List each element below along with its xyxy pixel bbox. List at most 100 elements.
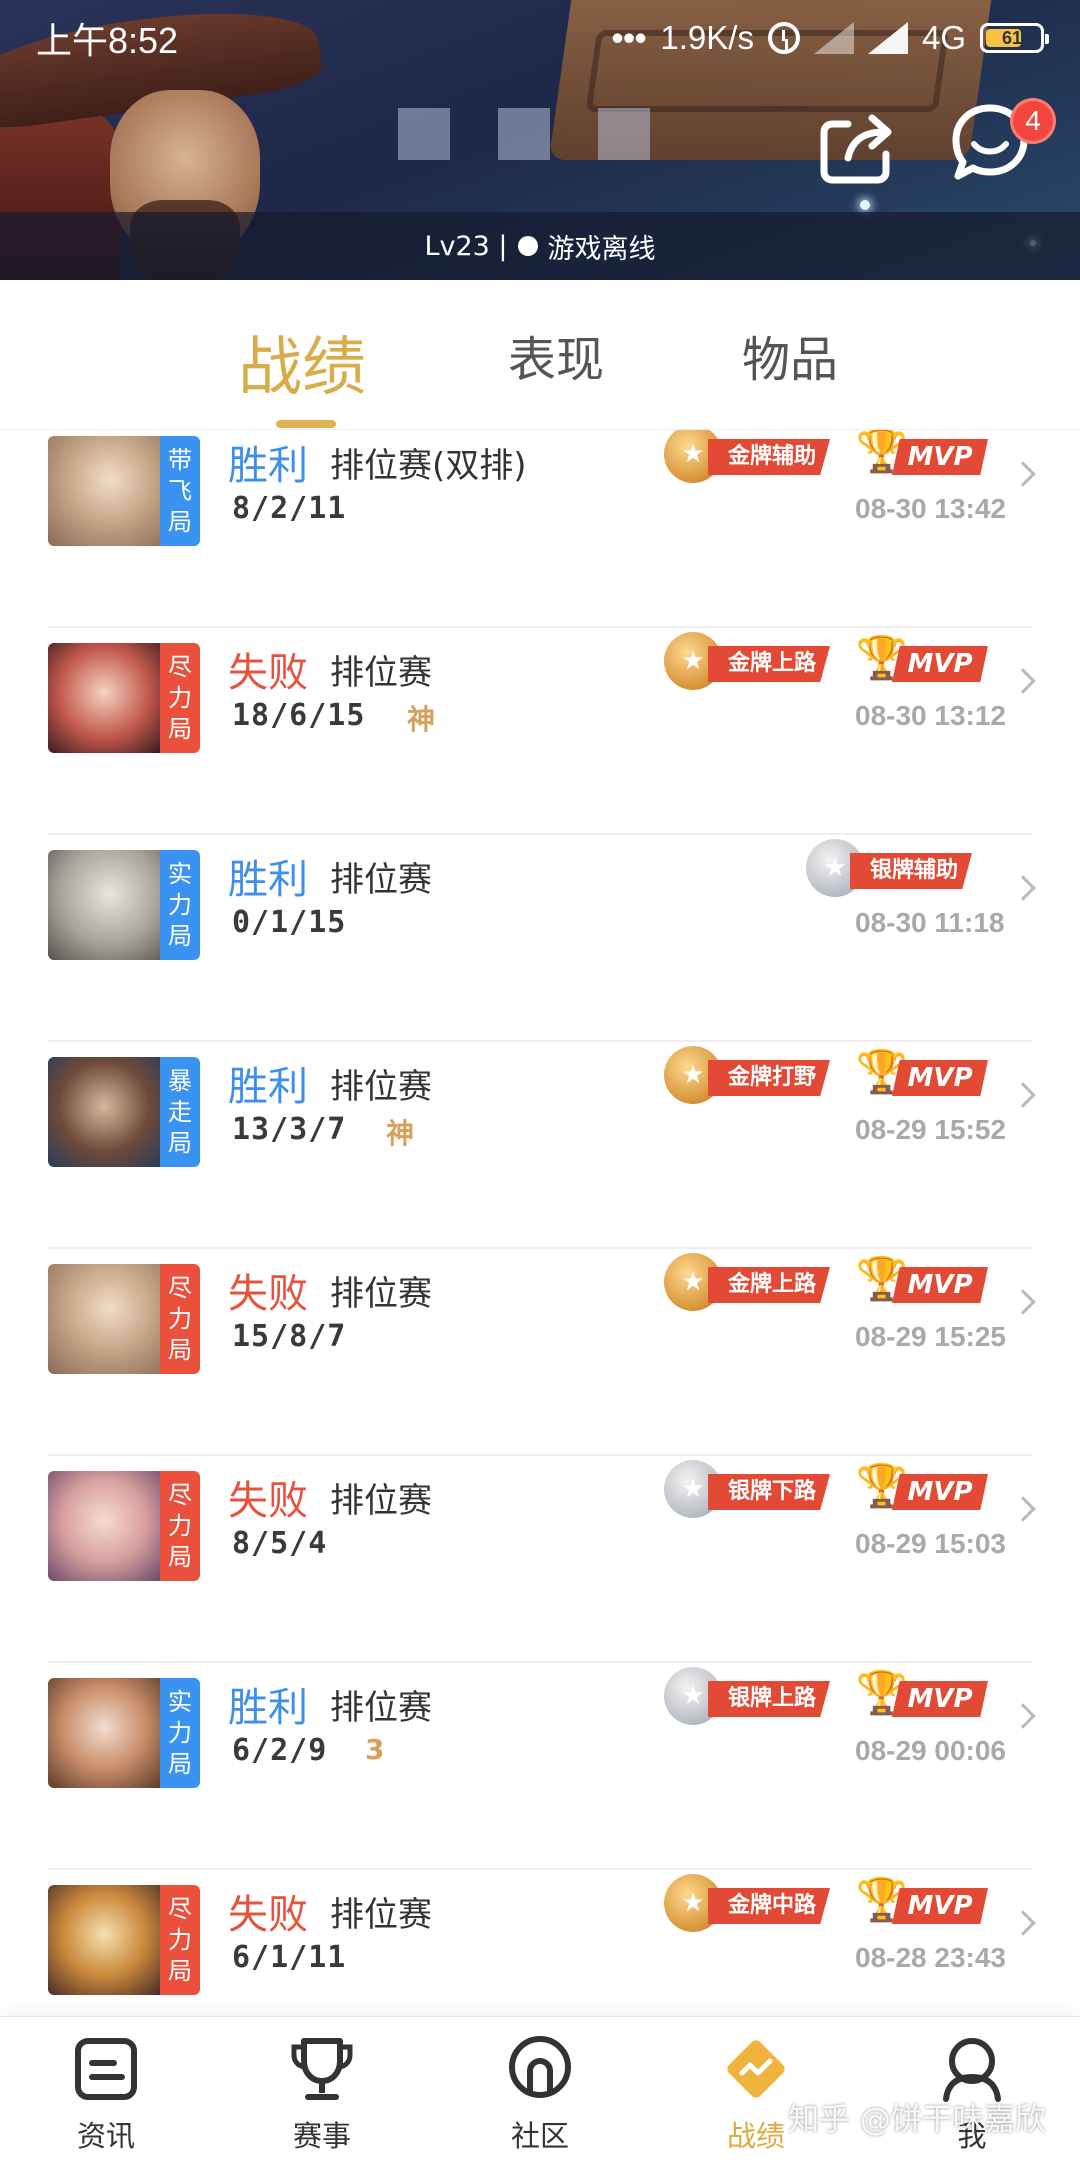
match-row[interactable]: 尽力局 失败 排位赛 6/1/11 ★ 金牌中路 🏆 MVP 08-28 23:… <box>0 1870 1080 2016</box>
match-time: 08-29 15:03 <box>855 1528 1007 1559</box>
nav-community[interactable]: 社区 <box>470 2017 610 2160</box>
mode-tag: 尽力局 <box>160 643 200 753</box>
player-level-strip: Lv23 | 游戏离线 <box>0 212 1080 280</box>
medal-label: 金牌中路 <box>708 1888 831 1924</box>
tab-items[interactable]: 物品 <box>742 320 838 390</box>
mode-tag: 实力局 <box>160 1678 200 1788</box>
medal-badge: ★ 金牌上路 <box>664 632 854 690</box>
redacted-block <box>498 108 550 160</box>
hero-avatar: 实力局 <box>48 850 200 960</box>
match-row[interactable]: 实力局 胜利 排位赛 6/2/9 3 ★ 银牌上路 🏆 MVP 08-29 00… <box>0 1663 1080 1870</box>
hero-avatar: 尽力局 <box>48 1471 200 1581</box>
match-row[interactable]: 实力局 胜利 排位赛 0/1/15 ★ 银牌辅助 08-30 11:18 <box>0 835 1080 1042</box>
chevron-right-icon <box>1010 1289 1036 1315</box>
mode-tag-char: 力 <box>168 1718 192 1747</box>
kda-score: 0/1/15 <box>232 905 347 940</box>
mode-tag: 暴走局 <box>160 1057 200 1167</box>
chevron-right-icon <box>1010 461 1036 487</box>
medal-badge: ★ 金牌打野 <box>664 1046 854 1104</box>
medal-label: 金牌上路 <box>708 1267 831 1303</box>
battery-percent: 61 <box>1001 27 1023 48</box>
chevron-right-icon <box>1010 1496 1036 1522</box>
kda-score: 15/8/7 <box>232 1319 347 1354</box>
hero-portrait <box>48 436 160 546</box>
battery-icon: 61 <box>980 23 1049 53</box>
mvp-label: MVP <box>892 1888 988 1924</box>
match-result: 失败 <box>228 1478 308 1524</box>
watermark: 知乎 @饼干味嘉欣 <box>788 2102 1046 2138</box>
tab-records[interactable]: 战绩 <box>238 316 366 408</box>
mvp-label: MVP <box>892 1060 988 1096</box>
message-count-badge: 4 <box>1010 98 1056 144</box>
match-result: 胜利 <box>228 1064 308 1110</box>
hero-portrait <box>48 850 160 960</box>
match-time: 08-30 13:42 <box>855 493 1007 524</box>
mode-tag-char: 尽 <box>168 1894 192 1923</box>
achievement-mark: 3 <box>365 1733 385 1766</box>
redacted-block <box>598 108 650 160</box>
kda-score: 6/2/9 <box>232 1733 328 1768</box>
nav-news[interactable]: 资讯 <box>36 2017 176 2160</box>
tab-performance[interactable]: 表现 <box>508 320 604 390</box>
kda-score: 8/5/4 <box>232 1526 328 1561</box>
match-result: 胜利 <box>228 1685 308 1731</box>
mode-tag-char: 局 <box>168 507 192 536</box>
network-type: 4G <box>921 19 966 56</box>
match-row[interactable]: 尽力局 失败 排位赛 15/8/7 ★ 金牌上路 🏆 MVP 08-29 15:… <box>0 1249 1080 1456</box>
mvp-badge: 🏆 MVP <box>856 1460 988 1516</box>
mvp-label: MVP <box>892 439 988 475</box>
kda-score: 13/3/7 <box>232 1112 347 1147</box>
match-mode: 排位赛 <box>330 1481 432 1521</box>
player-level: Lv23 | <box>424 230 508 262</box>
hero-avatar: 尽力局 <box>48 643 200 753</box>
medal-label: 金牌打野 <box>708 1060 831 1096</box>
mode-tag-char: 暴 <box>168 1066 192 1095</box>
news-icon <box>75 2038 137 2100</box>
chevron-right-icon <box>1010 1082 1036 1108</box>
mode-tag: 尽力局 <box>160 1471 200 1581</box>
chevron-right-icon <box>1010 875 1036 901</box>
mvp-label: MVP <box>892 1267 988 1303</box>
match-time: 08-30 11:18 <box>855 907 1005 938</box>
match-mode: 排位赛(双排) <box>330 446 527 486</box>
match-result: 胜利 <box>228 443 308 489</box>
hero-portrait <box>48 643 160 753</box>
kda-score: 6/1/11 <box>232 1940 347 1975</box>
match-row[interactable]: 带飞局 胜利 排位赛(双排) 8/2/11 ★ 金牌辅助 🏆 MVP 08-30… <box>0 430 1080 628</box>
medal-badge: ★ 金牌中路 <box>664 1874 854 1932</box>
mode-tag: 实力局 <box>160 850 200 960</box>
hero-avatar: 尽力局 <box>48 1264 200 1374</box>
mvp-badge: 🏆 MVP <box>856 632 988 688</box>
alarm-icon <box>767 22 800 54</box>
mvp-badge: 🏆 MVP <box>856 1874 988 1930</box>
achievement-mark: 神 <box>407 703 436 736</box>
match-result: 胜利 <box>228 857 308 903</box>
match-row[interactable]: 尽力局 失败 排位赛 18/6/15 神 ★ 金牌上路 🏆 MVP 08-30 … <box>0 628 1080 835</box>
nav-news-label: 资讯 <box>76 2119 135 2153</box>
mode-tag-char: 实 <box>168 1687 192 1716</box>
match-mode: 排位赛 <box>330 1274 432 1314</box>
hero-avatar: 带飞局 <box>48 436 200 546</box>
mvp-badge: 🏆 MVP <box>856 1667 988 1723</box>
match-row[interactable]: 尽力局 失败 排位赛 8/5/4 ★ 银牌下路 🏆 MVP 08-29 15:0… <box>0 1456 1080 1663</box>
chevron-right-icon <box>1010 1910 1036 1936</box>
medal-label: 金牌上路 <box>708 646 831 682</box>
mode-tag-char: 尽 <box>168 652 192 681</box>
mode-tag-char: 力 <box>168 683 192 712</box>
match-time: 08-30 13:12 <box>855 700 1007 731</box>
match-row[interactable]: 暴走局 胜利 排位赛 13/3/7 神 ★ 金牌打野 🏆 MVP 08-29 1… <box>0 1042 1080 1249</box>
medal-badge: ★ 金牌辅助 <box>664 430 854 483</box>
match-time: 08-29 15:52 <box>855 1114 1007 1145</box>
tab-bar: 战绩 表现 物品 <box>0 280 1080 430</box>
share-button[interactable] <box>818 110 898 186</box>
mode-tag-char: 飞 <box>168 476 192 505</box>
hero-portrait <box>48 1264 160 1374</box>
mode-tag-char: 局 <box>168 1128 192 1157</box>
mode-tag-char: 走 <box>168 1097 192 1126</box>
mode-tag-char: 尽 <box>168 1480 192 1509</box>
mode-tag: 带飞局 <box>160 436 200 546</box>
hero-avatar: 实力局 <box>48 1678 200 1788</box>
mvp-label: MVP <box>892 1474 988 1510</box>
medal-badge: ★ 银牌辅助 <box>806 839 996 897</box>
nav-events[interactable]: 赛事 <box>252 2017 392 2160</box>
